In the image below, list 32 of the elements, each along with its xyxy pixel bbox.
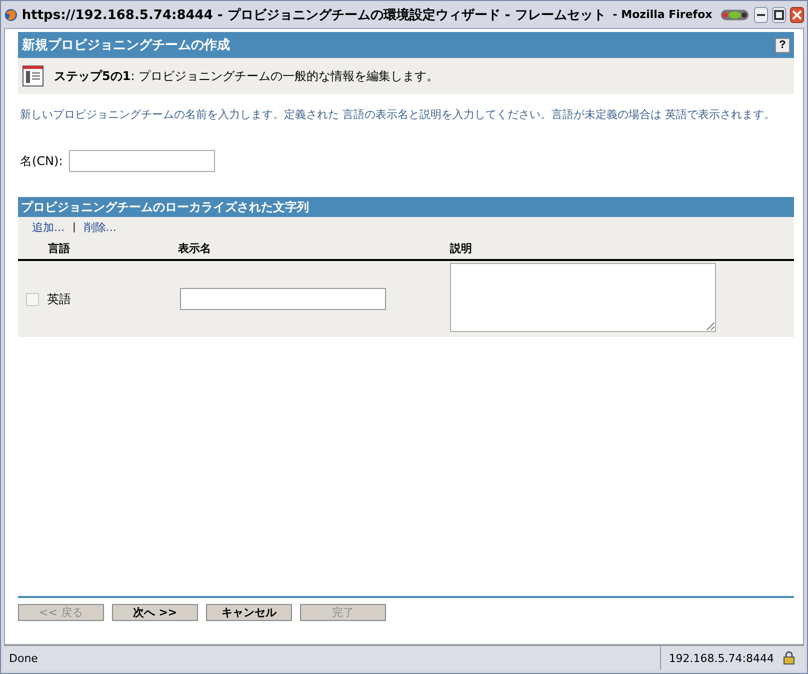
close-button[interactable]: [790, 6, 804, 22]
separator: |: [72, 222, 76, 232]
column-header: 表示名: [178, 240, 212, 256]
maximize-icon: [774, 10, 784, 20]
wizard-button[interactable]: 次へ >>: [112, 604, 198, 621]
checkbox[interactable]: [26, 292, 39, 306]
window-title: https://192.168.5.74:8444 - プロビジョニングチームの環境設定ウィザード - フレームセット: [22, 6, 606, 24]
status-text: Done: [8, 652, 39, 664]
form-icon: [22, 65, 44, 87]
app-name: - Mozilla Firefox: [612, 8, 712, 21]
maximize-button[interactable]: [772, 6, 786, 22]
action-link[interactable]: 追加...: [32, 220, 64, 234]
instruction-text: 新しいプロビジョニングチームの名前を入力します。定義された 言語の表示名と説明を入力してください。言語が未定義の場合は 英語で表示されます。: [20, 107, 776, 123]
name-field[interactable]: [68, 150, 215, 172]
minimize-icon: [756, 14, 765, 16]
column-header: 説明: [450, 240, 473, 256]
globe-icon: [4, 6, 18, 22]
host-address: 192.168.5.74:8444: [668, 652, 774, 664]
lock-icon: [782, 651, 796, 665]
step-description: ステップ5の1: プロビジョニングチームの一般的な情報を編集します。: [54, 68, 439, 84]
page-title: 新規プロビジョニングチームの作成: [22, 36, 231, 54]
description-field[interactable]: [450, 263, 716, 332]
section-title: プロビジョニングチームのローカライズされた文字列: [18, 197, 794, 217]
minimize-button[interactable]: [754, 6, 768, 22]
column-header: 言語: [47, 240, 71, 256]
action-link[interactable]: 削除...: [84, 220, 116, 234]
display-name-field[interactable]: [180, 288, 386, 310]
close-icon: [792, 10, 802, 20]
language-label: 英語: [47, 290, 71, 308]
field-label: 名(CN):: [20, 152, 63, 170]
help-button[interactable]: ?: [775, 38, 790, 52]
wizard-button[interactable]: キャンセル: [206, 604, 292, 621]
